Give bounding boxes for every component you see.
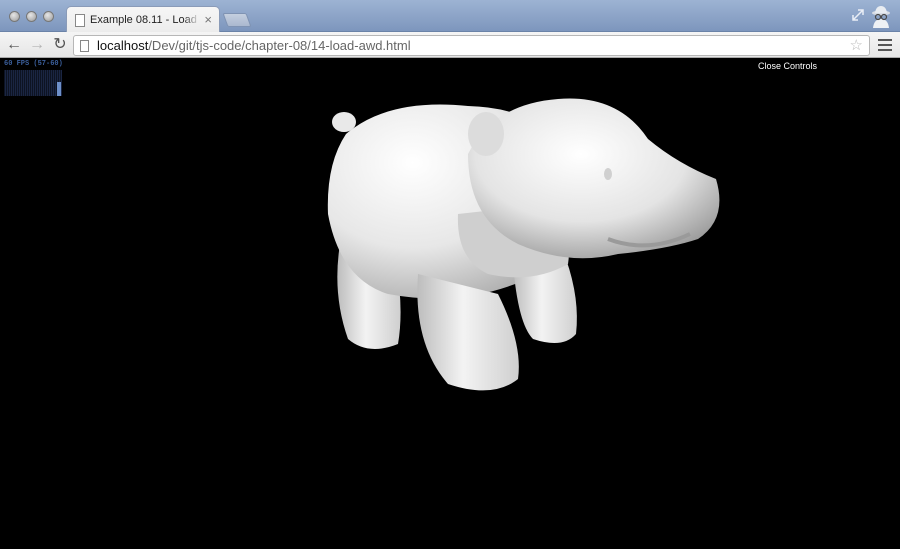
bear-model xyxy=(327,98,720,391)
bookmark-star-icon[interactable]: ☆ xyxy=(850,37,863,54)
fps-graph xyxy=(4,70,62,96)
fps-stats-panel[interactable]: 60 FPS (57-60) xyxy=(2,60,64,97)
tab-close-icon[interactable]: × xyxy=(204,12,212,27)
back-button[interactable]: ← xyxy=(5,36,23,54)
incognito-icon[interactable] xyxy=(868,4,894,30)
menu-icon[interactable] xyxy=(878,39,892,51)
fps-graph-bar xyxy=(57,82,61,96)
window-close-button[interactable] xyxy=(9,11,20,22)
url-host: localhost xyxy=(97,38,149,53)
browser-titlebar: Example 08.11 - Load pdb × xyxy=(0,0,900,33)
browser-tab-active[interactable]: Example 08.11 - Load pdb × xyxy=(66,6,220,33)
reload-button[interactable]: ↻ xyxy=(51,36,69,54)
tab-title: Example 08.11 - Load pdb xyxy=(90,14,200,26)
forward-button[interactable]: → xyxy=(28,36,46,54)
new-tab-button[interactable] xyxy=(222,13,252,27)
close-controls-button[interactable]: Close Controls xyxy=(758,61,817,71)
url-path: /Dev/git/tjs-code/chapter-08/14-load-awd… xyxy=(148,38,411,53)
window-minimize-button[interactable] xyxy=(26,11,37,22)
document-icon xyxy=(75,14,85,27)
window-zoom-button[interactable] xyxy=(43,11,54,22)
browser-toolbar: ← → ↻ localhost/Dev/git/tjs-code/chapter… xyxy=(0,32,900,58)
fps-text: 60 FPS (57-60) xyxy=(4,60,63,68)
fullscreen-icon[interactable] xyxy=(851,8,865,22)
address-bar[interactable]: localhost/Dev/git/tjs-code/chapter-08/14… xyxy=(73,35,870,56)
page-icon xyxy=(80,40,89,52)
webgl-canvas[interactable]: 60 FPS (57-60) Close Controls xyxy=(0,59,900,549)
url-text[interactable]: localhost/Dev/git/tjs-code/chapter-08/14… xyxy=(97,38,411,53)
